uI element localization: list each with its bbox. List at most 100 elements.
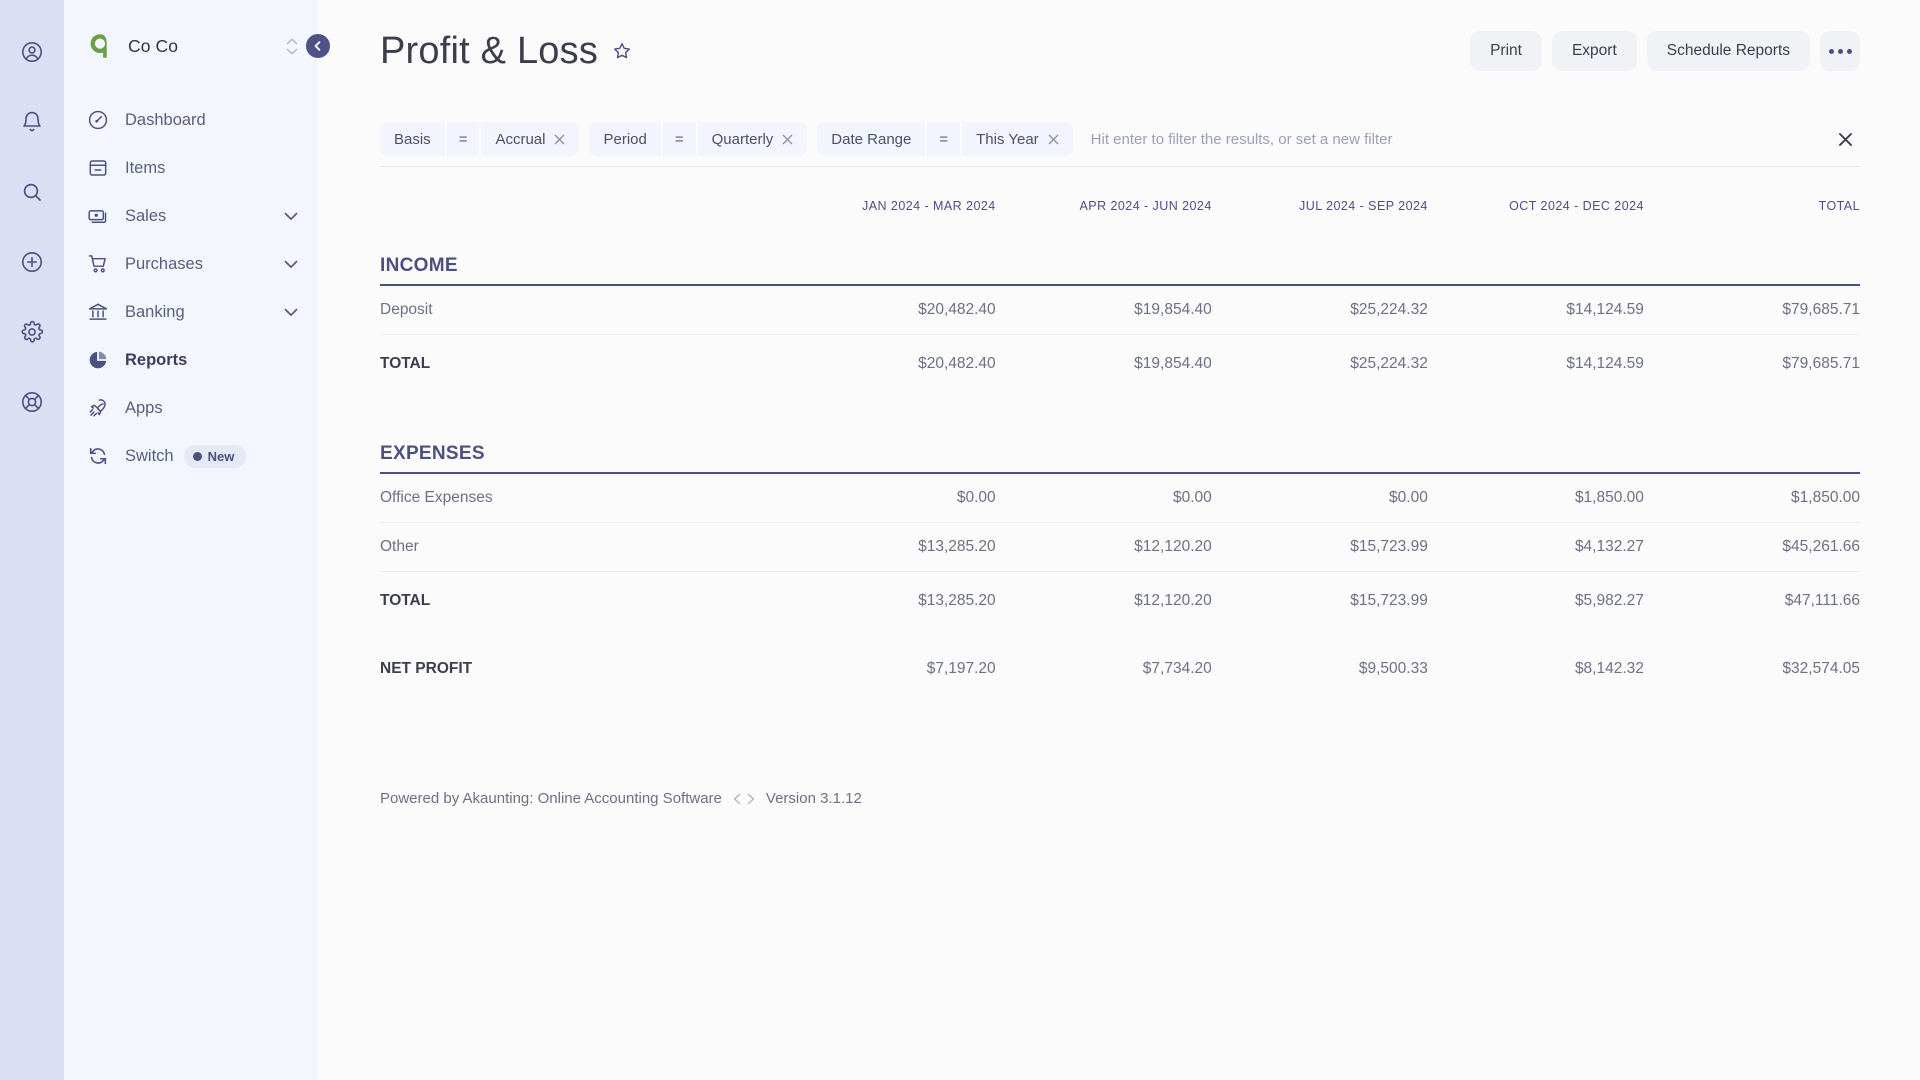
row-value: $25,224.32: [1211, 285, 1428, 335]
more-dot-icon: [1846, 48, 1852, 54]
chevron-down-icon[interactable]: [284, 308, 298, 317]
column-header: JAN 2024 - MAR 2024: [862, 199, 996, 213]
collapse-sidebar-button[interactable]: [306, 34, 330, 58]
row-value: $0.00: [779, 473, 996, 523]
row-value: $79,685.71: [1782, 355, 1860, 372]
help-icon[interactable]: [10, 380, 54, 424]
row-label: TOTAL: [380, 592, 431, 609]
more-actions-button[interactable]: [1820, 31, 1860, 71]
remove-filter-icon[interactable]: [1048, 134, 1059, 145]
filter-value[interactable]: Accrual: [481, 122, 579, 156]
sidebar-item-label: Items: [125, 158, 166, 177]
row-value: $4,132.27: [1427, 522, 1644, 572]
version-label: Version 3.1.12: [765, 790, 862, 807]
row-value: $9,500.33: [1358, 660, 1428, 677]
sidebar-item-reports[interactable]: Reports: [64, 336, 318, 384]
table-row: Office Expenses $0.00 $0.00 $0.00 $1,850…: [380, 473, 1860, 523]
print-button[interactable]: Print: [1470, 31, 1542, 71]
company-switcher[interactable]: Co Co: [64, 24, 330, 68]
filter-chip-period[interactable]: Period = Quarterly: [589, 122, 808, 156]
sidebar-item-label: Purchases: [125, 254, 203, 273]
sales-icon: [86, 204, 110, 228]
sidebar-item-label: Reports: [125, 350, 188, 369]
row-value: $15,723.99: [1350, 592, 1428, 609]
filter-field-label: Date Range: [831, 130, 912, 148]
row-label: Other: [380, 522, 780, 572]
row-value: $19,854.40: [995, 285, 1212, 335]
clear-filters-icon[interactable]: [1832, 126, 1858, 152]
row-value: $7,734.20: [1142, 660, 1212, 677]
sidebar-item-dashboard[interactable]: Dashboard: [64, 96, 318, 144]
section-total-income: TOTAL $20,482.40 $19,854.40 $25,224.32 $…: [380, 335, 1860, 390]
remove-filter-icon[interactable]: [554, 134, 565, 145]
report-table-head: JAN 2024 - MAR 2024 APR 2024 - JUN 2024 …: [380, 193, 1860, 235]
app-root: Co Co Dashboard Items Sales Purchases Ba…: [0, 0, 1920, 1080]
column-header: JUL 2024 - SEP 2024: [1299, 199, 1428, 213]
create-new-icon[interactable]: [10, 240, 54, 284]
sidebar: Co Co Dashboard Items Sales Purchases Ba…: [64, 0, 330, 1080]
sidebar-item-sales[interactable]: Sales: [64, 192, 318, 240]
chevron-down-icon[interactable]: [284, 212, 298, 221]
filter-input[interactable]: [1082, 122, 1824, 156]
row-value: $25,224.32: [1350, 355, 1428, 372]
section-spacer: [380, 626, 1860, 644]
sidebar-item-switch[interactable]: Switch New: [64, 432, 318, 480]
section-spacer: [380, 389, 1860, 423]
page-title: Profit & Loss: [380, 29, 599, 72]
more-dot-icon: [1837, 48, 1843, 54]
sidebar-item-label: Banking: [125, 302, 185, 321]
sidebar-item-banking[interactable]: Banking: [64, 288, 318, 336]
sidebar-item-items[interactable]: Items: [64, 144, 318, 192]
main-content: Profit & Loss Print Export Schedule Repo…: [318, 0, 1920, 1080]
report-table-body: INCOME Deposit $20,482.40 $19,854.40 $25…: [380, 235, 1860, 694]
filter-chip-date-range[interactable]: Date Range = This Year: [817, 122, 1073, 156]
row-value: $32,574.05: [1782, 660, 1860, 677]
section-header-income: INCOME: [380, 235, 1860, 286]
filter-value[interactable]: This Year: [962, 122, 1073, 156]
row-value: $15,723.99: [1211, 522, 1428, 572]
column-header: APR 2024 - JUN 2024: [1079, 199, 1212, 213]
status-badge-new: New: [183, 444, 247, 468]
filter-value[interactable]: Quarterly: [698, 122, 808, 156]
report-table: JAN 2024 - MAR 2024 APR 2024 - JUN 2024 …: [380, 193, 1860, 694]
table-row: Deposit $20,482.40 $19,854.40 $25,224.32…: [380, 285, 1860, 335]
row-label: NET PROFIT: [380, 660, 473, 677]
row-value: $14,124.59: [1427, 285, 1644, 335]
row-value: $13,285.20: [918, 592, 996, 609]
row-value: $8,142.32: [1574, 660, 1644, 677]
filter-operator: =: [444, 122, 482, 156]
export-button[interactable]: Export: [1551, 31, 1637, 71]
net-profit-row: NET PROFIT $7,197.20 $7,734.20 $9,500.33…: [380, 644, 1860, 694]
company-name: Co Co: [128, 35, 179, 56]
schedule-reports-button[interactable]: Schedule Reports: [1646, 31, 1810, 71]
sidebar-item-apps[interactable]: Apps: [64, 384, 318, 432]
sidebar-item-label: Dashboard: [125, 110, 206, 129]
chevron-down-icon[interactable]: [284, 260, 298, 269]
row-label: TOTAL: [380, 355, 431, 372]
row-value: $1,850.00: [1643, 473, 1860, 523]
row-value: $14,124.59: [1566, 355, 1644, 372]
account-icon[interactable]: [10, 30, 54, 74]
settings-icon[interactable]: [10, 310, 54, 354]
table-header-row: JAN 2024 - MAR 2024 APR 2024 - JUN 2024 …: [380, 193, 1860, 235]
star-icon[interactable]: [612, 41, 632, 61]
dashboard-icon: [86, 108, 110, 132]
sidebar-item-purchases[interactable]: Purchases: [64, 240, 318, 288]
page-footer: Powered by Akaunting: Online Accounting …: [380, 790, 1860, 807]
purchases-icon: [86, 252, 110, 276]
apps-icon: [86, 396, 110, 420]
filter-value-label: Accrual: [495, 130, 546, 148]
search-icon[interactable]: [10, 170, 54, 214]
remove-filter-icon[interactable]: [782, 134, 793, 145]
filter-chip-basis[interactable]: Basis = Accrual: [380, 122, 580, 156]
filter-value-label: Quarterly: [711, 130, 774, 148]
powered-by-label: Powered by Akaunting: Online Accounting …: [380, 790, 722, 807]
company-switch-chevrons-icon[interactable]: [284, 37, 300, 55]
notifications-icon[interactable]: [10, 100, 54, 144]
row-value: $20,482.40: [918, 355, 996, 372]
row-value: $7,197.20: [926, 660, 996, 677]
table-row: Other $13,285.20 $12,120.20 $15,723.99 $…: [380, 522, 1860, 572]
column-header: TOTAL: [1818, 199, 1860, 213]
page-header-actions: Print Export Schedule Reports: [1470, 31, 1860, 71]
sidebar-item-label: Sales: [125, 206, 167, 225]
